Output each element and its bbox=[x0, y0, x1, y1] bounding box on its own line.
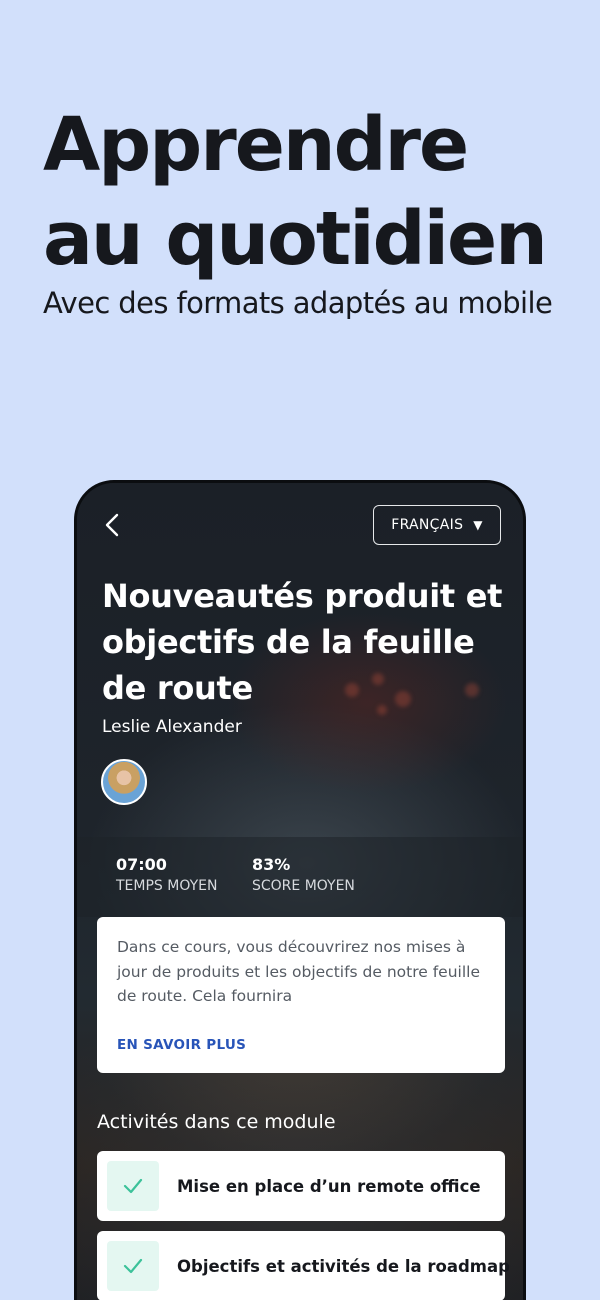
caret-down-icon: ▼ bbox=[473, 518, 483, 532]
course-stats: 07:00 TEMPS MOYEN 83% SCORE MOYEN bbox=[77, 837, 523, 917]
completed-badge bbox=[107, 1161, 159, 1211]
author-avatar bbox=[101, 759, 147, 805]
stat-average-time-label: TEMPS MOYEN bbox=[116, 878, 218, 894]
back-button[interactable] bbox=[101, 511, 123, 539]
language-selector-label: FRANÇAIS bbox=[391, 517, 464, 533]
activities-heading: Activités dans ce module bbox=[97, 1111, 336, 1133]
stat-average-score-label: SCORE MOYEN bbox=[252, 878, 355, 894]
chevron-left-icon bbox=[105, 513, 119, 537]
promo-subheadline: Avec des formats adaptés au mobile bbox=[43, 286, 553, 320]
phone-frame: FRANÇAIS ▼ Nouveautés produit et objecti… bbox=[74, 480, 526, 1300]
stat-average-score: 83% SCORE MOYEN bbox=[252, 855, 355, 894]
stat-average-time-value: 07:00 bbox=[116, 855, 167, 874]
course-title: Nouveautés produit et objectifs de la fe… bbox=[102, 577, 503, 707]
stat-average-score-value: 83% bbox=[252, 855, 291, 874]
activity-item[interactable]: Mise en place d’un remote office bbox=[97, 1151, 505, 1221]
language-selector[interactable]: FRANÇAIS ▼ bbox=[373, 505, 501, 545]
course-author: Leslie Alexander bbox=[102, 717, 242, 737]
checkmark-icon bbox=[123, 1178, 143, 1194]
course-description-card: Dans ce cours, vous découvrirez nos mise… bbox=[97, 917, 505, 1073]
activity-title: Objectifs et activités de la roadmap bbox=[177, 1256, 510, 1276]
activity-title: Mise en place d’un remote office bbox=[177, 1176, 481, 1196]
checkmark-icon bbox=[123, 1258, 143, 1274]
course-description: Dans ce cours, vous découvrirez nos mise… bbox=[117, 938, 480, 1005]
promo-headline: Apprendre au quotidien bbox=[43, 98, 548, 286]
promo-headline-line2: au quotidien bbox=[43, 196, 548, 282]
learn-more-link[interactable]: EN SAVOIR PLUS bbox=[117, 1037, 246, 1053]
stat-average-time: 07:00 TEMPS MOYEN bbox=[116, 855, 217, 894]
completed-badge bbox=[107, 1241, 159, 1291]
promo-headline-line1: Apprendre bbox=[43, 102, 469, 188]
activity-item[interactable]: Objectifs et activités de la roadmap bbox=[97, 1231, 510, 1300]
